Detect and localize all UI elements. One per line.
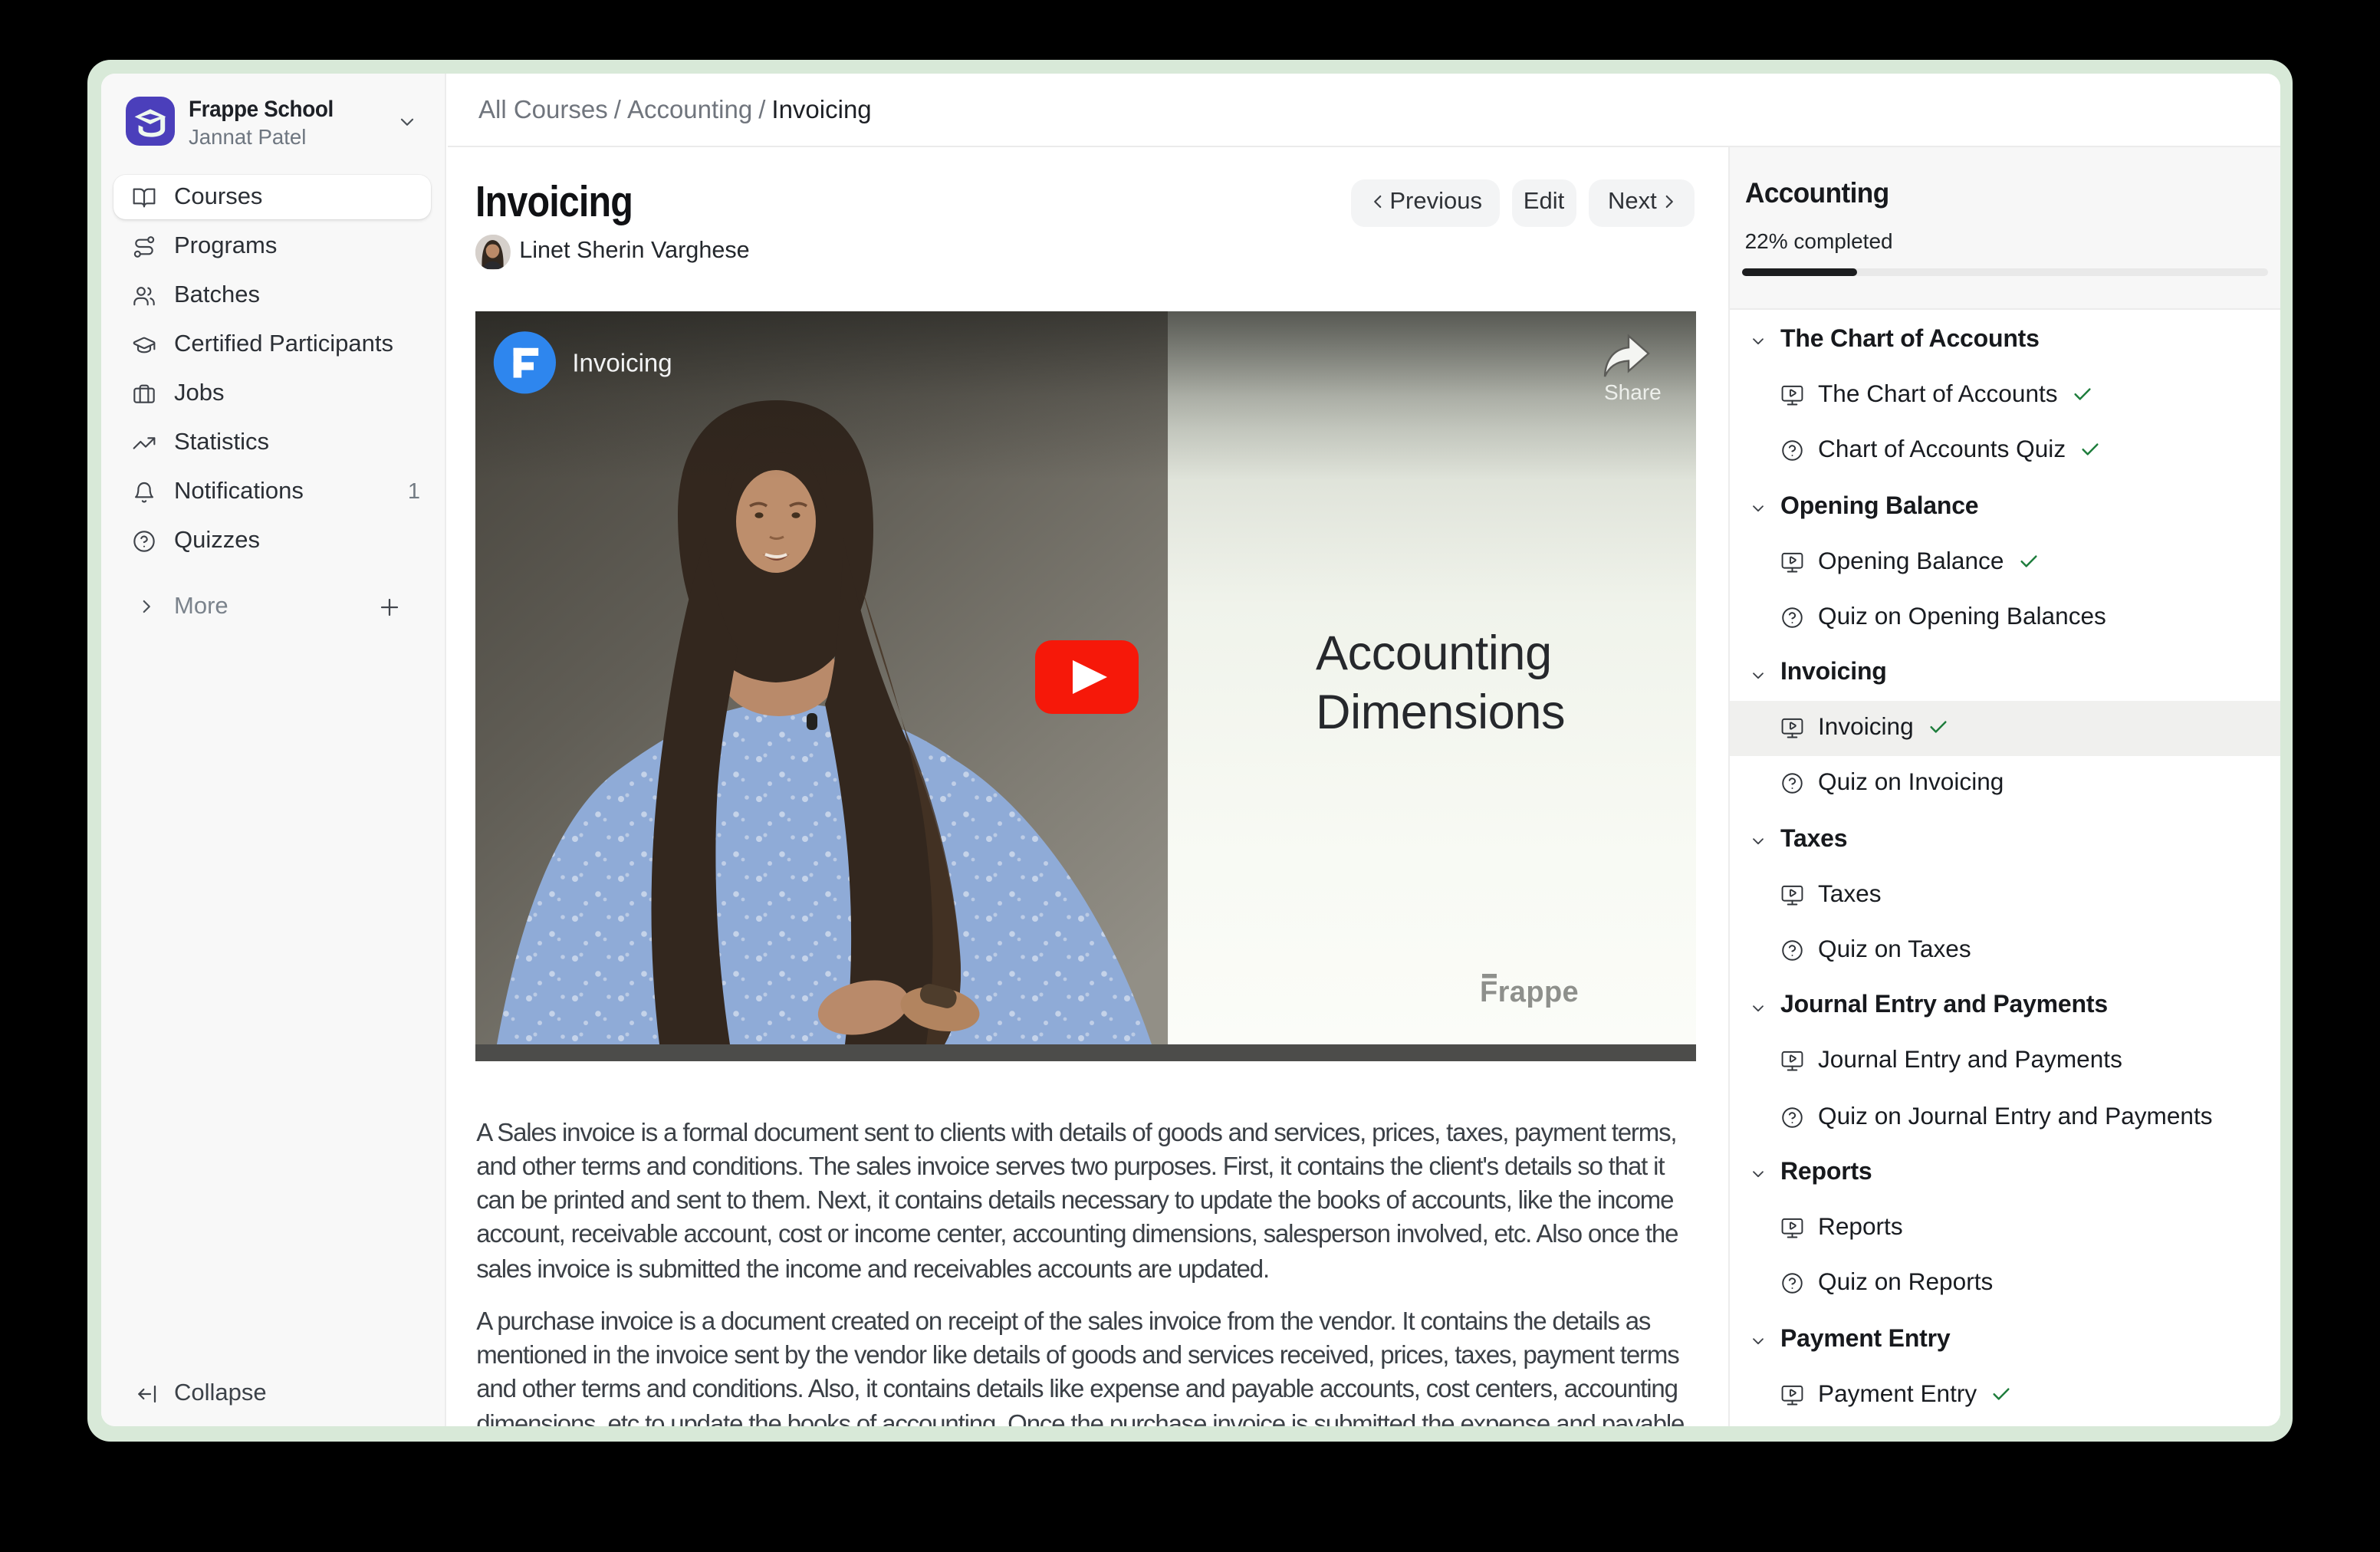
svg-text:Invoicing: Invoicing bbox=[572, 348, 672, 376]
svg-text:Share: Share bbox=[1604, 380, 1662, 404]
svg-text:Dimensions: Dimensions bbox=[1316, 686, 1565, 739]
svg-text:Accounting: Accounting bbox=[1316, 626, 1552, 680]
svg-text:Frappe: Frappe bbox=[1480, 976, 1579, 1008]
